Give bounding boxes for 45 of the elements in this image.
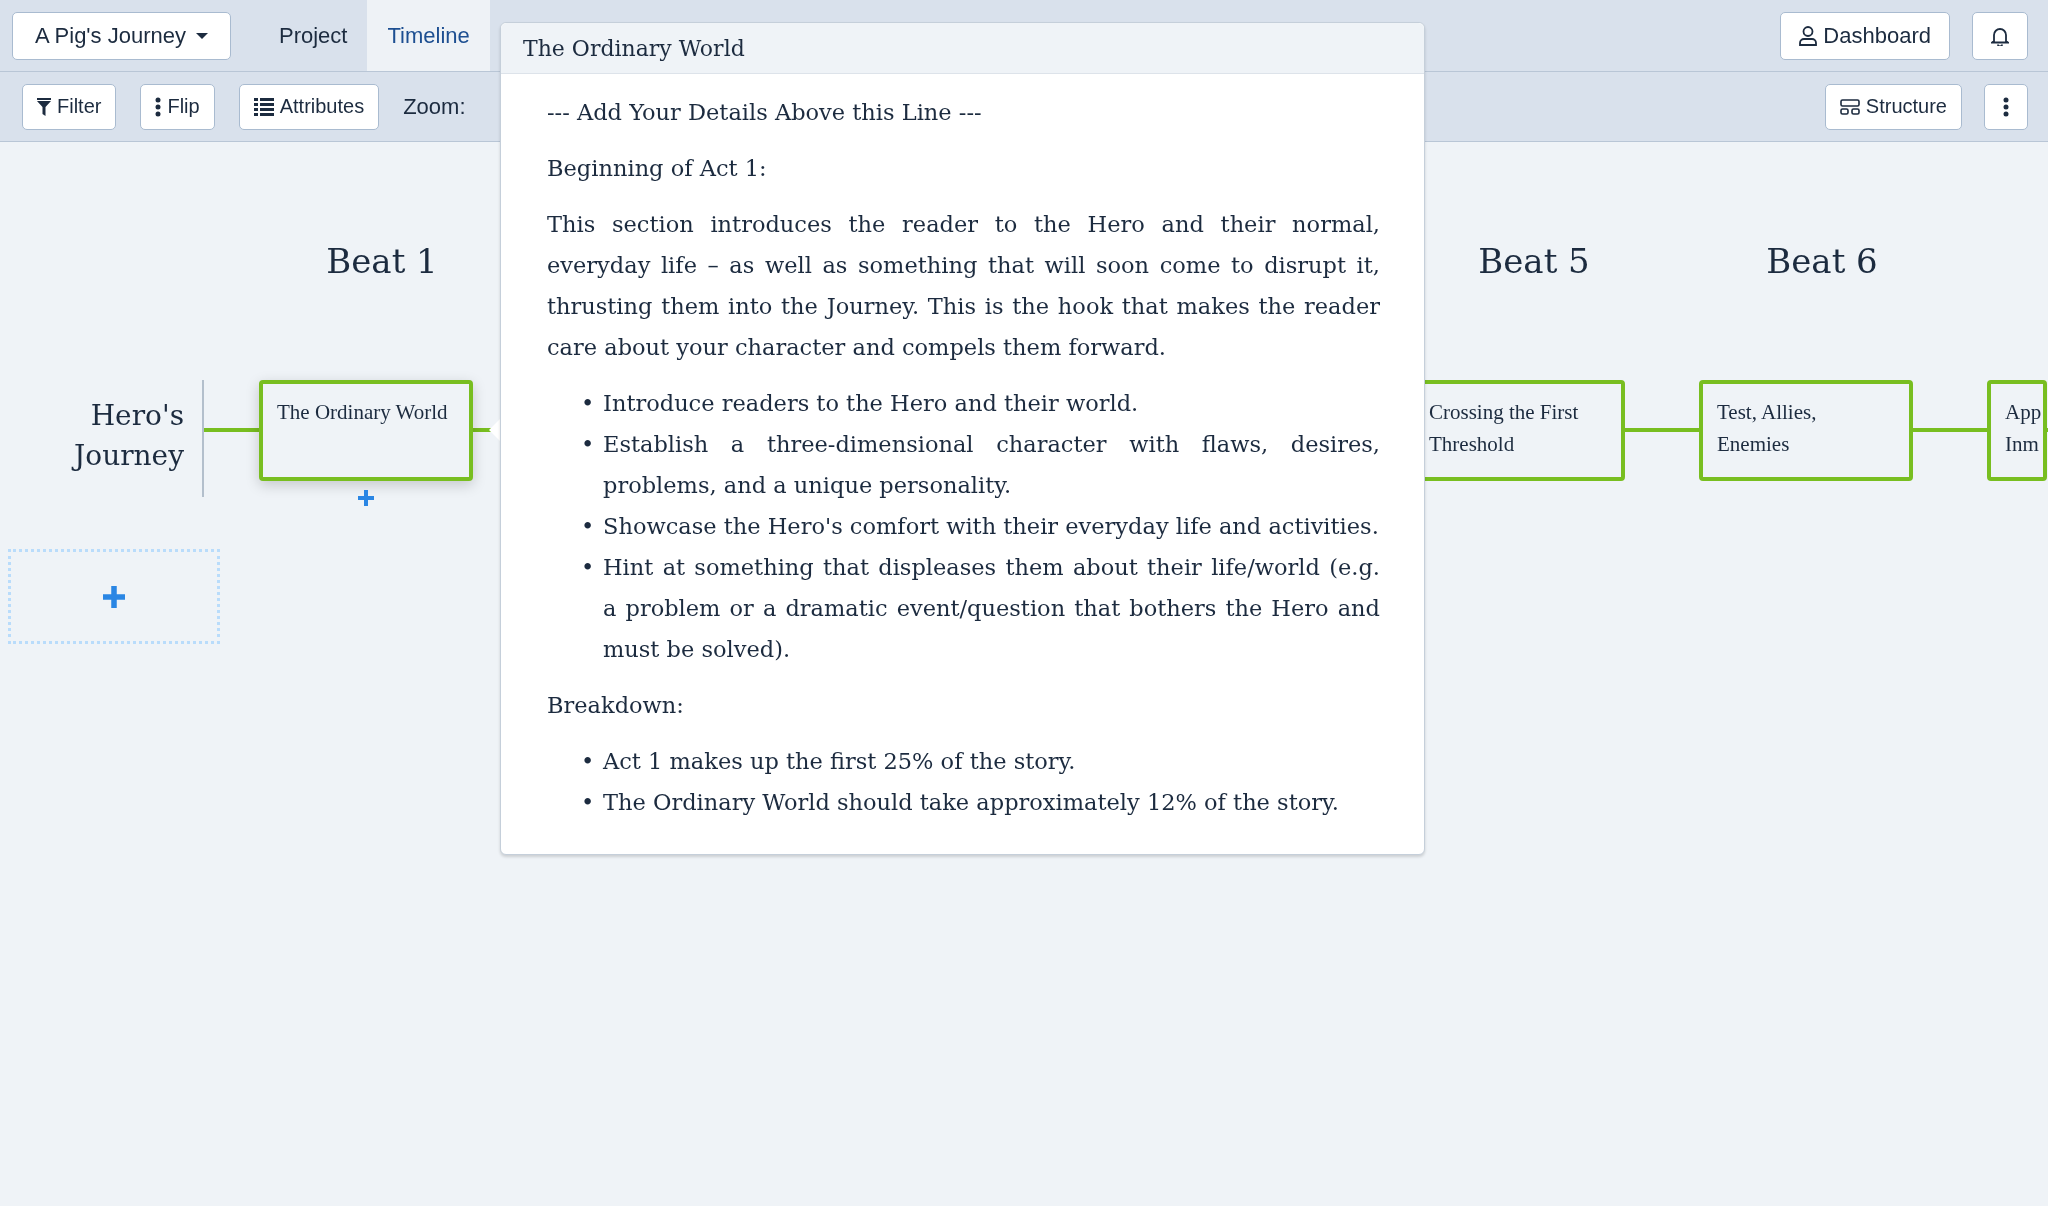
beat-heading: Beat 6 bbox=[1766, 240, 1878, 283]
bullet-marker: • bbox=[581, 389, 596, 418]
popover-title: The Ordinary World bbox=[501, 23, 1424, 74]
plus-icon bbox=[103, 585, 125, 608]
layout-icon bbox=[1839, 98, 1860, 115]
structure-button[interactable]: Structure bbox=[1824, 83, 1962, 130]
bullet-marker: • bbox=[581, 512, 596, 541]
bullet-item: Introduce readers to the Hero and their world. bbox=[603, 389, 1139, 418]
user-icon bbox=[1799, 25, 1818, 46]
bell-icon bbox=[1991, 25, 2009, 46]
bullet-marker: • bbox=[581, 553, 596, 582]
beat-card[interactable]: The Ordinary World bbox=[259, 380, 473, 481]
add-card-icon[interactable] bbox=[358, 490, 374, 506]
paragraph: Beginning of Act 1: bbox=[547, 154, 768, 183]
paragraph: Breakdown: bbox=[547, 691, 685, 720]
zoom-label: Zoom: bbox=[403, 93, 466, 120]
paragraph: This section introduces the reader to the Hero and their normal, everyday life – as well as something that will soon come to disrupt it, thrusting them into the Journey. This is the hook that makes the reader care about your character and compels them forward. bbox=[547, 210, 1380, 362]
more-icon bbox=[2003, 96, 2009, 117]
vertical-dots-icon bbox=[155, 96, 162, 117]
beat-heading: Beat 1 bbox=[326, 240, 438, 283]
bullet-item: Hint at something that displeases them about their life/world (e.g. a problem or a dramatic event/question that bothers the Hero and must be solved). bbox=[603, 553, 1380, 664]
bullet-item: Showcase the Hero's comfort with their everyday life and activities. bbox=[603, 512, 1379, 541]
paragraph: --- Add Your Details Above this Line --- bbox=[547, 98, 983, 127]
beat-heading: Beat 5 bbox=[1478, 240, 1590, 283]
list-icon bbox=[253, 97, 274, 116]
filter-button[interactable]: Filter bbox=[22, 83, 117, 130]
filter-icon bbox=[37, 97, 51, 116]
attributes-button[interactable]: Attributes bbox=[238, 83, 380, 130]
caret-icon bbox=[195, 32, 208, 39]
bullet-item: Act 1 makes up the first 25% of the story. bbox=[603, 747, 1076, 776]
nav-tab[interactable]: Project bbox=[258, 0, 368, 71]
beat-card[interactable]: App Inm bbox=[1987, 380, 2047, 481]
bullet-marker: • bbox=[581, 747, 596, 776]
bullet-marker: • bbox=[581, 788, 596, 817]
bullet-marker: • bbox=[581, 430, 596, 459]
dashboard-button[interactable]: Dashboard bbox=[1780, 11, 1950, 60]
lane-title: Hero's Journey bbox=[0, 380, 202, 497]
beat-card[interactable]: Test, Allies, Enemies bbox=[1699, 380, 1913, 481]
more-button[interactable] bbox=[1984, 83, 2028, 130]
flip-button[interactable]: Flip bbox=[140, 83, 215, 130]
nav-tab[interactable]: Timeline bbox=[367, 0, 490, 71]
notifications-button[interactable] bbox=[1972, 11, 2028, 60]
project-dropdown[interactable]: A Pig's Journey bbox=[12, 11, 231, 60]
bullet-item: The Ordinary World should take approximately 12% of the story. bbox=[603, 788, 1339, 817]
bullet-item: Establish a three-dimensional character with flaws, desires, problems, and a unique personality. bbox=[603, 430, 1380, 500]
